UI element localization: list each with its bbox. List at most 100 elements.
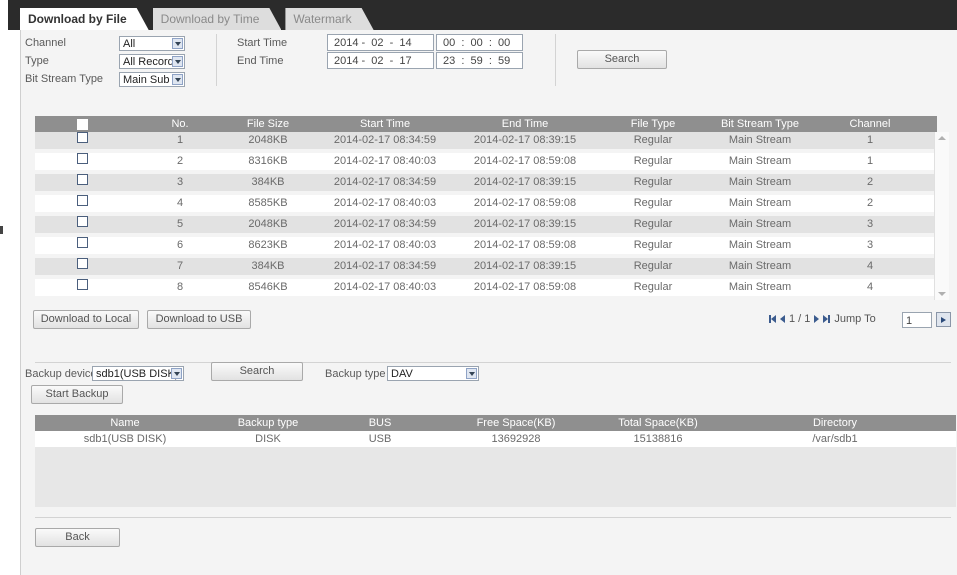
chevron-down-icon[interactable]: [172, 38, 183, 49]
tab-download-by-time[interactable]: Download by Time: [153, 8, 282, 30]
column-header: End Time: [501, 118, 549, 130]
cell-bus: USB: [368, 433, 392, 445]
backup-type-value: DAV: [391, 368, 413, 380]
cell-channel: 2: [866, 197, 874, 209]
next-page-icon[interactable]: [814, 315, 820, 323]
cell-size: 8585KB: [248, 197, 288, 209]
chevron-down-icon[interactable]: [171, 368, 182, 379]
cell-start: 2014-02-17 08:34:59: [333, 218, 437, 230]
channel-select[interactable]: All: [119, 36, 185, 51]
backup-type-select[interactable]: DAV: [387, 366, 479, 381]
row-checkbox[interactable]: [77, 153, 88, 164]
last-page-icon[interactable]: [823, 315, 831, 323]
column-header: Bit Stream Type: [720, 118, 800, 130]
prev-page-icon[interactable]: [780, 315, 785, 323]
backup-grid-empty-area: [35, 447, 956, 507]
end-date-field[interactable]: 2014 - 02 - 17: [327, 52, 434, 69]
row-checkbox[interactable]: [77, 258, 88, 269]
bit-stream-select[interactable]: Main Sub: [119, 72, 185, 87]
download-to-local-button[interactable]: Download to Local: [33, 310, 139, 329]
table-row[interactable]: 8 8546KB 2014-02-17 08:40:03 2014-02-17 08:…: [35, 279, 934, 296]
table-row[interactable]: 3 384KB 2014-02-17 08:34:59 2014-02-17 08:3…: [35, 174, 934, 191]
type-select[interactable]: All Records: [119, 54, 185, 69]
backup-search-button[interactable]: Search: [211, 362, 303, 381]
start-date-field[interactable]: 2014 - 02 - 14: [327, 34, 434, 51]
cell-end: 2014-02-17 08:59:08: [473, 155, 577, 167]
chevron-down-icon[interactable]: [172, 56, 183, 67]
backup-device-select[interactable]: sdb1(USB DISK): [92, 366, 184, 381]
table-row[interactable]: sdb1(USB DISK) DISK USB 13692928 15138816/va…: [35, 431, 956, 447]
table-row[interactable]: 6 8623KB 2014-02-17 08:40:03 2014-02-17 08:…: [35, 237, 934, 254]
table-row[interactable]: 1 2048KB 2014-02-17 08:34:59 2014-02-17 08:…: [35, 132, 934, 149]
separator: [35, 362, 951, 363]
tab-download-by-file[interactable]: Download by File: [20, 8, 149, 30]
cell-start: 2014-02-17 08:40:03: [333, 239, 437, 251]
page-indicator: 1 / 1: [789, 313, 811, 325]
column-header: Name: [110, 417, 140, 429]
backup-type-label: Backup type: [325, 368, 386, 380]
jump-to-input[interactable]: 1: [902, 312, 932, 328]
cell-start: 2014-02-17 08:34:59: [333, 134, 437, 146]
back-button[interactable]: Back: [35, 528, 120, 547]
bit-stream-value: Main Sub: [123, 74, 170, 86]
table-row[interactable]: 7 384KB 2014-02-17 08:34:59 2014-02-17 08:3…: [35, 258, 934, 275]
channel-label: Channel: [25, 37, 66, 49]
chevron-down-icon[interactable]: [466, 368, 477, 379]
cell-size: 2048KB: [248, 134, 288, 146]
pagination: 1 / 1 Jump To: [769, 313, 876, 325]
column-header: BUS: [368, 417, 392, 429]
go-arrow-icon[interactable]: [936, 312, 951, 327]
cell-end: 2014-02-17 08:59:08: [473, 197, 577, 209]
row-checkbox[interactable]: [77, 237, 88, 248]
jump-to-label: Jump To: [834, 313, 876, 325]
row-checkbox[interactable]: [77, 216, 88, 227]
cell-start: 2014-02-17 08:34:59: [333, 176, 437, 188]
cell-type: DISK: [255, 433, 281, 445]
row-checkbox[interactable]: [77, 195, 88, 206]
select-all-checkbox[interactable]: [77, 119, 88, 130]
table-row[interactable]: 4 8585KB 2014-02-17 08:40:03 2014-02-17 08:…: [35, 195, 934, 212]
start-backup-button[interactable]: Start Backup: [31, 385, 123, 404]
file-grid-scrollbar[interactable]: [934, 132, 949, 300]
cell-type: Regular: [633, 176, 673, 188]
cell-end: 2014-02-17 08:39:15: [473, 176, 577, 188]
cell-stream: Main Stream: [728, 281, 792, 293]
cell-type: Regular: [633, 197, 673, 209]
cell-start: 2014-02-17 08:40:03: [333, 197, 437, 209]
cell-size: 384KB: [251, 260, 285, 272]
cell-free: 13692928: [491, 433, 541, 445]
cell-channel: 3: [866, 218, 874, 230]
cell-channel: 1: [866, 134, 874, 146]
column-header: Start Time: [359, 118, 411, 130]
cell-stream: Main Stream: [728, 134, 792, 146]
cell-type: Regular: [633, 134, 673, 146]
cell-stream: Main Stream: [728, 218, 792, 230]
chevron-down-icon[interactable]: [172, 74, 183, 85]
cell-type: Regular: [633, 155, 673, 167]
cell-total: 15138816: [633, 433, 683, 445]
bit-stream-label: Bit Stream Type: [25, 73, 104, 85]
cell-stream: Main Stream: [728, 176, 792, 188]
row-checkbox[interactable]: [77, 174, 88, 185]
table-row[interactable]: 5 2048KB 2014-02-17 08:34:59 2014-02-17 08:…: [35, 216, 934, 233]
scroll-up-icon[interactable]: [938, 136, 946, 140]
cell-size: 8546KB: [248, 281, 288, 293]
download-to-usb-button[interactable]: Download to USB: [147, 310, 251, 329]
column-header: File Type: [630, 118, 676, 130]
backup-device-label: Backup device: [25, 368, 97, 380]
table-row[interactable]: 2 8316KB 2014-02-17 08:40:03 2014-02-17 08:…: [35, 153, 934, 170]
divider: [555, 34, 556, 86]
tab-watermark[interactable]: Watermark: [285, 8, 373, 30]
cell-type: Regular: [633, 239, 673, 251]
scroll-down-icon[interactable]: [938, 292, 946, 296]
search-button[interactable]: Search: [577, 50, 667, 69]
start-time-field[interactable]: 00 : 00 : 00: [436, 34, 523, 51]
backup-grid-header: Name Backup type BUS Free Space(KB) Total Sp…: [35, 415, 956, 431]
end-time-field[interactable]: 23 : 59 : 59: [436, 52, 523, 69]
first-page-icon[interactable]: [769, 315, 776, 323]
row-checkbox[interactable]: [77, 279, 88, 290]
row-checkbox[interactable]: [77, 132, 88, 143]
cell-start: 2014-02-17 08:40:03: [333, 155, 437, 167]
cell-stream: Main Stream: [728, 260, 792, 272]
cell-start: 2014-02-17 08:40:03: [333, 281, 437, 293]
